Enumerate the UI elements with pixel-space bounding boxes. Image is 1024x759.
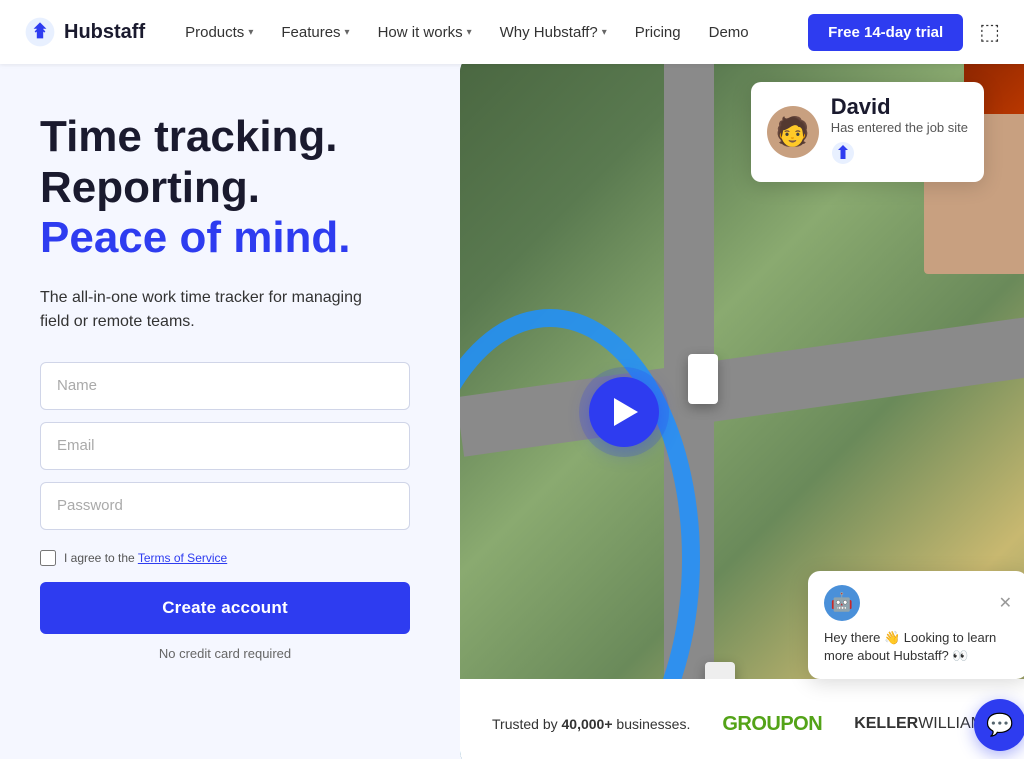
nav-features[interactable]: Features ▾ bbox=[269, 16, 361, 49]
nav-products[interactable]: Products ▾ bbox=[173, 16, 265, 49]
david-info: David Has entered the job site bbox=[831, 94, 968, 170]
chevron-down-icon: ▾ bbox=[248, 27, 253, 38]
tos-label: I agree to the Terms of Service bbox=[64, 551, 227, 565]
chevron-down-icon: ▾ bbox=[467, 27, 472, 38]
david-status: Has entered the job site bbox=[831, 120, 968, 137]
chevron-down-icon: ▾ bbox=[602, 27, 607, 38]
chevron-down-icon: ▾ bbox=[345, 27, 350, 38]
nav-links: Products ▾ Features ▾ How it works ▾ Why… bbox=[173, 14, 1000, 51]
chat-float-button[interactable]: 💬 bbox=[974, 699, 1024, 751]
main-content: Time tracking. Reporting. Peace of mind.… bbox=[0, 64, 1024, 759]
tos-checkbox[interactable] bbox=[40, 550, 56, 566]
david-name: David bbox=[831, 94, 968, 120]
chat-bubble: 🤖 ✕ Hey there 👋 Looking to learn more ab… bbox=[808, 571, 1024, 679]
chat-message: Hey there 👋 Looking to learn more about … bbox=[824, 629, 1012, 665]
hubstaff-small-icon bbox=[831, 141, 855, 165]
password-input[interactable] bbox=[40, 482, 410, 530]
left-panel: Time tracking. Reporting. Peace of mind.… bbox=[0, 64, 420, 759]
nav-how-it-works[interactable]: How it works ▾ bbox=[366, 16, 484, 49]
play-button[interactable] bbox=[589, 377, 659, 447]
tos-link[interactable]: Terms of Service bbox=[138, 551, 227, 565]
right-panel: 🧑 David Has entered the job site Trusted… bbox=[420, 64, 1024, 759]
password-field-group bbox=[40, 482, 388, 530]
vehicle-1 bbox=[688, 354, 718, 404]
name-field-group bbox=[40, 362, 388, 410]
create-account-button[interactable]: Create account bbox=[40, 582, 410, 634]
play-icon bbox=[614, 398, 638, 426]
chat-close-icon[interactable]: ✕ bbox=[999, 593, 1012, 613]
email-field-group bbox=[40, 422, 388, 470]
groupon-logo: GROUPON bbox=[722, 713, 822, 736]
navbar: Hubstaff Products ▾ Features ▾ How it wo… bbox=[0, 0, 1024, 64]
chat-header: 🤖 ✕ bbox=[824, 585, 1012, 621]
nav-why-hubstaff[interactable]: Why Hubstaff? ▾ bbox=[488, 16, 619, 49]
tos-row: I agree to the Terms of Service bbox=[40, 550, 388, 566]
login-icon[interactable]: ⬚ bbox=[979, 19, 1000, 45]
chat-avatar: 🤖 bbox=[824, 585, 860, 621]
no-credit-card-notice: No credit card required bbox=[40, 646, 410, 661]
trusted-bar: Trusted by 40,000+ businesses. GROUPON K… bbox=[460, 679, 1024, 759]
name-input[interactable] bbox=[40, 362, 410, 410]
hero-video[interactable]: 🧑 David Has entered the job site Trusted… bbox=[460, 64, 1024, 759]
hubstaff-logo-icon bbox=[24, 16, 56, 48]
trusted-text: Trusted by 40,000+ businesses. bbox=[492, 716, 690, 732]
hero-title: Time tracking. Reporting. Peace of mind. bbox=[40, 112, 388, 264]
brand-name: Hubstaff bbox=[64, 21, 145, 44]
nav-pricing[interactable]: Pricing bbox=[623, 16, 693, 49]
email-input[interactable] bbox=[40, 422, 410, 470]
avatar: 🧑 bbox=[767, 106, 819, 158]
hero-subtitle: The all-in-one work time tracker for man… bbox=[40, 286, 388, 334]
logo[interactable]: Hubstaff bbox=[24, 16, 145, 48]
david-notification-card: 🧑 David Has entered the job site bbox=[751, 82, 984, 182]
free-trial-button[interactable]: Free 14-day trial bbox=[808, 14, 963, 51]
nav-demo[interactable]: Demo bbox=[697, 16, 761, 49]
